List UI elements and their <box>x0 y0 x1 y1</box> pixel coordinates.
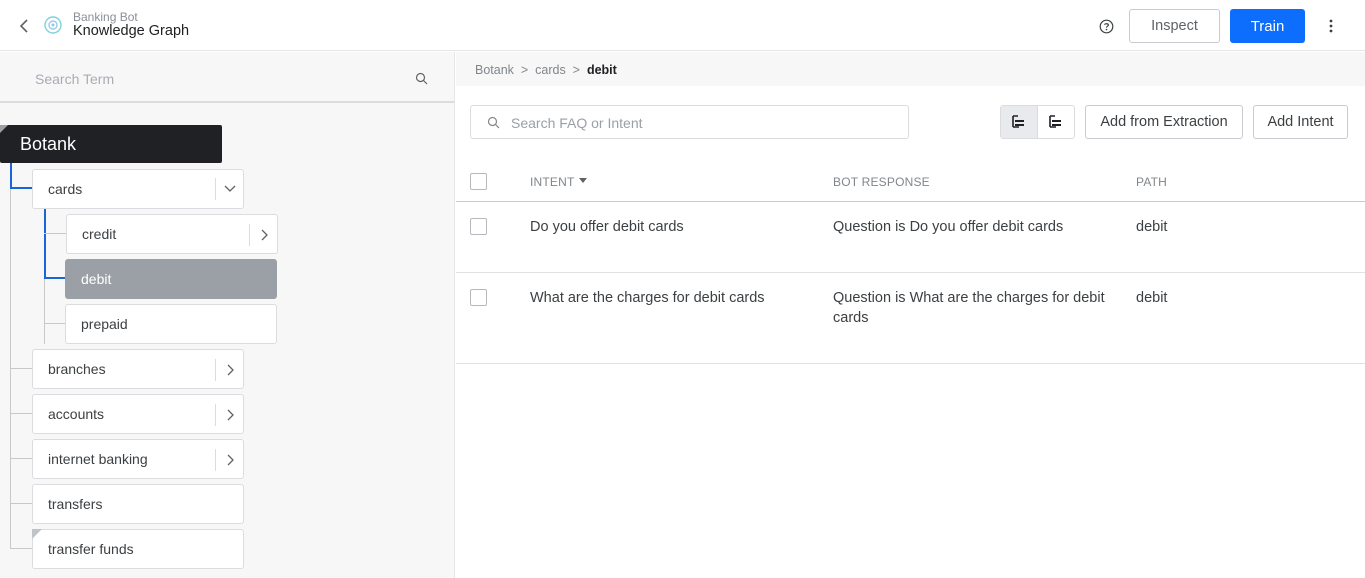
node-label: transfer funds <box>48 541 134 557</box>
intent-cell: Do you offer debit cards <box>530 219 684 235</box>
tree-node-accounts[interactable]: accounts <box>32 394 244 434</box>
chevron-right-icon <box>227 364 234 376</box>
tree-view-button[interactable] <box>1001 106 1038 138</box>
breadcrumb-item[interactable]: Botank <box>475 63 514 77</box>
node-label: branches <box>48 361 106 377</box>
column-header-path[interactable]: PATH <box>1136 175 1167 189</box>
bot-logo-icon <box>44 16 62 34</box>
search-icon[interactable] <box>415 72 428 85</box>
node-label: debit <box>81 271 112 287</box>
faq-search-placeholder: Search FAQ or Intent <box>511 115 643 131</box>
add-from-extraction-button[interactable]: Add from Extraction <box>1085 105 1243 139</box>
select-all-checkbox[interactable] <box>470 173 487 190</box>
node-label: credit <box>82 226 117 242</box>
node-label: accounts <box>48 406 105 422</box>
tree-connector <box>44 323 66 324</box>
more-options-icon[interactable] <box>1323 17 1339 35</box>
sort-down-icon <box>578 178 587 183</box>
help-icon[interactable] <box>1099 19 1114 34</box>
tree-node-cards[interactable]: cards <box>32 169 244 209</box>
search-term-placeholder: Search Term <box>35 71 115 87</box>
node-label: prepaid <box>81 316 128 332</box>
chevron-right-icon <box>227 409 234 421</box>
root-label: Botank <box>20 133 77 154</box>
faq-search-input[interactable]: Search FAQ or Intent <box>470 105 909 139</box>
search-icon <box>487 116 500 129</box>
node-label: internet banking <box>48 451 148 467</box>
tree-node-credit[interactable]: credit <box>66 214 278 254</box>
breadcrumb-current: debit <box>586 63 617 77</box>
tree-connector <box>10 187 33 189</box>
column-header-bot-response[interactable]: BOT RESPONSE <box>833 175 930 189</box>
path-cell: debit <box>1136 219 1168 235</box>
tree-node-debit[interactable]: debit <box>65 259 277 299</box>
expand-toggle[interactable] <box>215 359 243 381</box>
node-label: cards <box>48 181 83 197</box>
tree-connector <box>10 503 33 504</box>
table-row[interactable]: Do you offer debit cards Question is Do … <box>456 203 1365 273</box>
expand-toggle[interactable] <box>249 224 277 246</box>
search-term-field[interactable]: Search Term <box>0 52 454 103</box>
breadcrumb-separator: > <box>520 63 529 77</box>
node-label: transfers <box>48 496 103 512</box>
fold-corner <box>0 125 8 133</box>
view-toggle <box>1000 105 1075 139</box>
bot-name: Banking Bot <box>73 10 138 24</box>
collapse-toggle[interactable] <box>215 178 243 200</box>
table-header: INTENT BOT RESPONSE PATH <box>456 162 1365 202</box>
add-intent-button[interactable]: Add Intent <box>1253 105 1348 139</box>
tree-connector <box>10 413 33 414</box>
tree-node-branches[interactable]: branches <box>32 349 244 389</box>
chevron-right-icon <box>227 454 234 466</box>
response-cell-line: cards <box>833 310 869 326</box>
tree-node-internet-banking[interactable]: internet banking <box>32 439 244 479</box>
inspect-button[interactable]: Inspect <box>1129 9 1220 43</box>
breadcrumb-item[interactable]: cards <box>535 63 566 77</box>
tree-connector <box>44 208 46 278</box>
tree-node-transfers[interactable]: transfers <box>32 484 244 524</box>
column-header-intent[interactable]: INTENT <box>530 175 588 189</box>
tree-root-node[interactable]: Botank <box>0 125 222 163</box>
tree-connector <box>10 163 12 188</box>
breadcrumb: Botank > cards > debit <box>475 63 617 77</box>
intent-cell: What are the charges for debit cards <box>530 290 765 306</box>
tree-connector <box>44 233 66 234</box>
tree-connector <box>10 368 33 369</box>
response-cell: Question is Do you offer debit cards <box>833 219 1064 235</box>
path-cell: debit <box>1136 290 1168 306</box>
tree-connector <box>10 458 33 459</box>
expand-toggle[interactable] <box>215 404 243 426</box>
tree-connector <box>10 189 11 549</box>
row-checkbox[interactable] <box>470 218 487 235</box>
app-header: Banking Bot Knowledge Graph Inspect Trai… <box>0 0 1365 51</box>
tree-connector <box>44 277 66 279</box>
table-row[interactable]: What are the charges for debit cards Que… <box>456 274 1365 364</box>
tree-node-prepaid[interactable]: prepaid <box>65 304 277 344</box>
list-view-button[interactable] <box>1038 106 1075 138</box>
train-button[interactable]: Train <box>1230 9 1305 43</box>
page-title: Knowledge Graph <box>73 23 190 39</box>
tree-view-icon <box>1011 115 1024 128</box>
fold-corner <box>32 529 42 539</box>
back-arrow-icon[interactable] <box>16 16 32 36</box>
tree-connector <box>10 548 33 549</box>
list-tree-icon <box>1048 115 1061 128</box>
chevron-down-icon <box>224 185 235 192</box>
breadcrumb-separator: > <box>572 63 580 77</box>
row-checkbox[interactable] <box>470 289 487 306</box>
tree-connector <box>44 279 45 344</box>
response-cell-line: Question is What are the charges for deb… <box>833 290 1105 306</box>
column-header-label: INTENT <box>530 175 575 189</box>
expand-toggle[interactable] <box>215 449 243 471</box>
tree-node-transfer-funds[interactable]: transfer funds <box>32 529 244 569</box>
chevron-right-icon <box>261 229 268 241</box>
